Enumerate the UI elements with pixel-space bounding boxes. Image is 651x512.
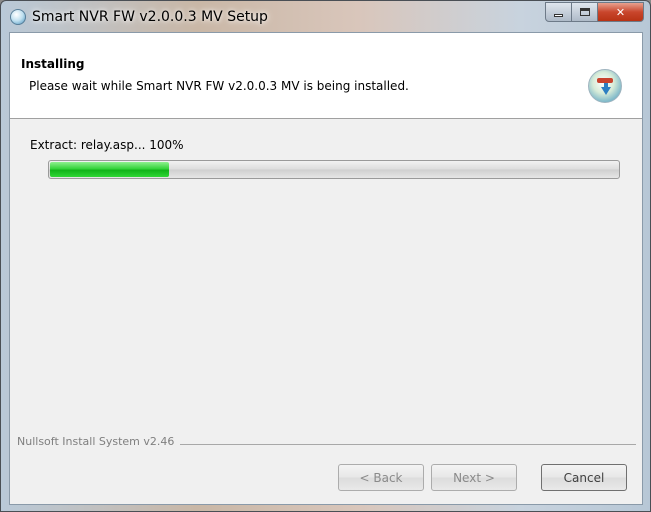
minimize-icon [554, 13, 563, 17]
install-progress-bar [48, 160, 620, 179]
title-bar[interactable]: Smart NVR FW v2.0.0.3 MV Setup ✕ [1, 1, 650, 33]
minimize-button[interactable] [545, 2, 572, 22]
maximize-button[interactable] [572, 2, 598, 22]
page-subtitle: Please wait while Smart NVR FW v2.0.0.3 … [29, 79, 409, 93]
installer-window: Smart NVR FW v2.0.0.3 MV Setup ✕ Install… [0, 0, 651, 512]
caption-buttons: ✕ [545, 2, 644, 24]
window-title: Smart NVR FW v2.0.0.3 MV Setup [32, 9, 268, 25]
back-button[interactable]: < Back [338, 464, 424, 491]
maximize-icon [579, 8, 590, 16]
branding-text: Nullsoft Install System v2.46 [17, 435, 181, 448]
next-button[interactable]: Next > [431, 464, 517, 491]
page-title: Installing [21, 57, 85, 71]
cancel-button[interactable]: Cancel [541, 464, 627, 491]
installer-body: Installing Please wait while Smart NVR F… [9, 32, 643, 505]
progress-fill [50, 162, 169, 177]
close-button[interactable]: ✕ [598, 2, 644, 22]
download-arrow-icon [601, 87, 611, 95]
page-header: Installing Please wait while Smart NVR F… [10, 33, 642, 119]
installer-globe-icon [10, 9, 26, 25]
install-status-text: Extract: relay.asp... 100% [30, 138, 184, 152]
install-download-icon [588, 69, 622, 103]
close-icon: ✕ [615, 5, 626, 19]
